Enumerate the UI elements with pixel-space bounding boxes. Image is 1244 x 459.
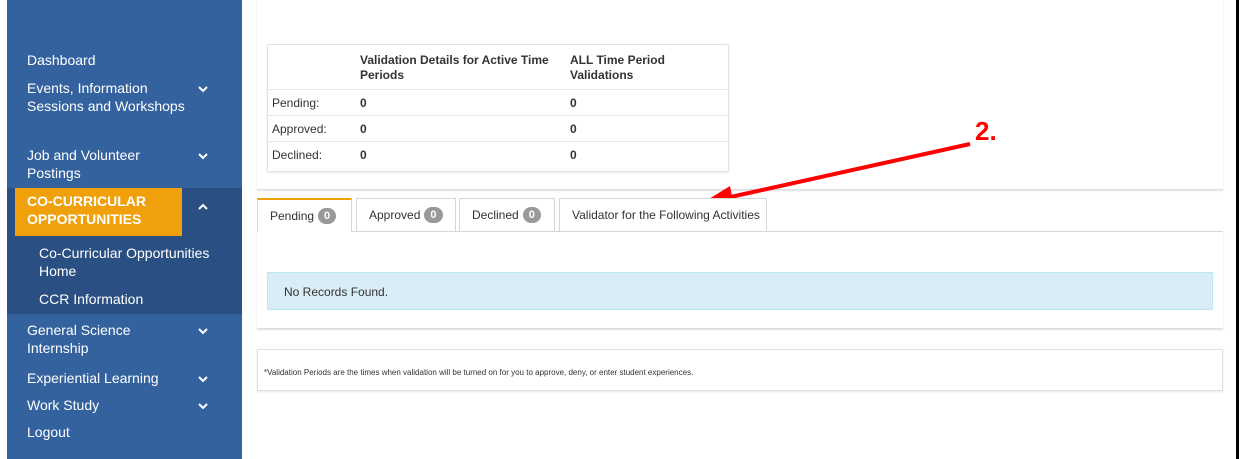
chevron-down-icon[interactable] bbox=[197, 400, 209, 412]
tab-pending[interactable]: Pending 0 bbox=[257, 198, 352, 232]
chevron-up-icon[interactable] bbox=[197, 200, 209, 212]
sidebar-item-label: Work Study bbox=[27, 397, 100, 413]
sidebar-subitem-label: Co-Curricular Opportunities Home bbox=[39, 245, 210, 279]
sidebar-subitem-ccr-information[interactable]: CCR Information bbox=[39, 290, 239, 308]
active-value: 0 bbox=[356, 89, 566, 116]
sidebar-item-label: Events, Information Sessions and Worksho… bbox=[27, 80, 185, 114]
table-row: Pending: 0 0 bbox=[268, 89, 728, 116]
validation-summary-table: Validation Details for Active Time Perio… bbox=[267, 44, 729, 172]
table-row: Declined: 0 0 bbox=[268, 141, 728, 168]
tab-label: Validator for the Following Activities bbox=[572, 208, 760, 222]
sidebar-item-label: General Science Internship bbox=[27, 322, 131, 356]
column-header: Validation Details for Active Time Perio… bbox=[360, 53, 549, 82]
tab-approved[interactable]: Approved 0 bbox=[356, 198, 456, 231]
active-value: 0 bbox=[356, 115, 566, 142]
tab-label: Approved bbox=[369, 208, 421, 222]
tab-declined[interactable]: Declined 0 bbox=[459, 198, 555, 231]
sidebar-subitem-co-curricular-home[interactable]: Co-Curricular Opportunities Home bbox=[39, 244, 239, 280]
count-badge: 0 bbox=[424, 207, 443, 223]
count-badge: 0 bbox=[318, 208, 337, 224]
sidebar-item-label: Logout bbox=[27, 424, 70, 440]
all-value: 0 bbox=[566, 89, 728, 116]
sidebar-item-label: Job and Volunteer Postings bbox=[27, 147, 140, 181]
column-header: ALL Time Period Validations bbox=[570, 53, 665, 82]
table-header-row: Validation Details for Active Time Perio… bbox=[268, 45, 728, 90]
tab-label: Declined bbox=[472, 208, 519, 222]
sidebar-nav: Dashboard Events, Information Sessions a… bbox=[7, 0, 242, 459]
active-value: 0 bbox=[356, 141, 566, 168]
empty-state-alert: No Records Found. bbox=[267, 272, 1213, 310]
note-card: *Validation Periods are the times when v… bbox=[257, 349, 1223, 391]
tab-label: Pending bbox=[270, 209, 315, 223]
tab-validator-activities[interactable]: Validator for the Following Activities bbox=[559, 198, 767, 231]
chevron-down-icon[interactable] bbox=[197, 325, 209, 337]
row-label: Declined: bbox=[268, 141, 356, 168]
count-badge: 0 bbox=[522, 207, 541, 223]
column-header bbox=[268, 45, 356, 90]
sidebar-item-co-curricular[interactable]: CO-CURRICULAR OPPORTUNITIES bbox=[15, 188, 182, 236]
chevron-down-icon[interactable] bbox=[197, 373, 209, 385]
chevron-down-icon[interactable] bbox=[197, 83, 209, 95]
logo-cutoff bbox=[7, 0, 127, 12]
chevron-down-icon[interactable] bbox=[197, 150, 209, 162]
sidebar-subitem-label: CCR Information bbox=[39, 291, 144, 307]
sidebar-item-label: Experiential Learning bbox=[27, 370, 159, 386]
sidebar-item-label: Dashboard bbox=[27, 52, 96, 68]
window-edge bbox=[1236, 0, 1239, 459]
table-row: Approved: 0 0 bbox=[268, 115, 728, 142]
validation-period-note: *Validation Periods are the times when v… bbox=[264, 368, 694, 377]
sidebar-item-label: CO-CURRICULAR OPPORTUNITIES bbox=[27, 193, 146, 227]
row-label: Pending: bbox=[268, 89, 356, 116]
row-label: Approved: bbox=[268, 115, 356, 142]
